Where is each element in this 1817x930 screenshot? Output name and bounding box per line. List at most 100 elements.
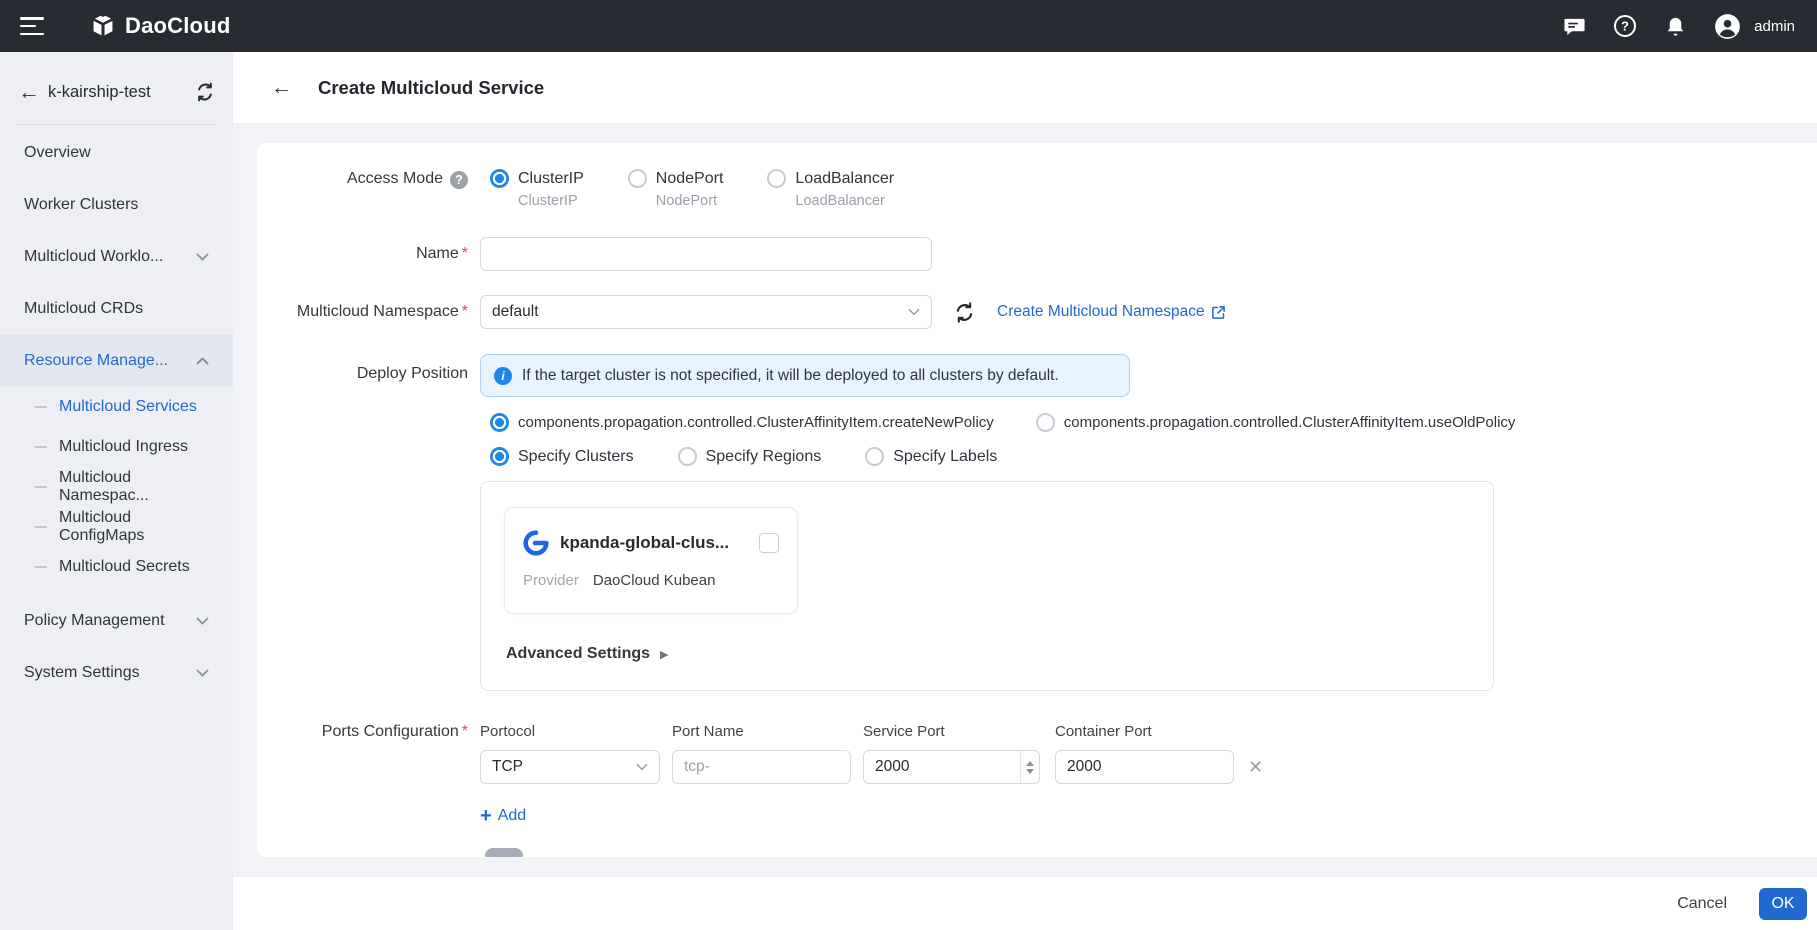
policy-option-use-old[interactable]: components.propagation.controlled.Cluste… [1036, 413, 1516, 432]
cluster-logo-icon [523, 530, 549, 556]
advanced-settings-toggle[interactable]: Advanced Settings ▶ [506, 645, 669, 663]
container-port-column-header: Container Port [1055, 723, 1234, 740]
dash-icon [34, 486, 47, 489]
cluster-card[interactable]: kpanda-global-clus... Provider DaoCloud … [504, 507, 798, 614]
info-icon: i [494, 367, 512, 385]
deploy-info-banner: i If the target cluster is not specified… [480, 354, 1130, 397]
user-avatar-icon[interactable] [1714, 13, 1741, 40]
radio-unselected-icon [628, 169, 647, 188]
access-mode-option-loadbalancer[interactable]: LoadBalancer LoadBalancer [767, 169, 894, 211]
select-chevron-icon [636, 763, 648, 771]
chevron-up-icon [196, 357, 209, 365]
help-icon[interactable]: ? [1613, 14, 1637, 38]
access-mode-row: Access Mode ? ClusterIP ClusterIP NodePo… [257, 169, 1817, 211]
specify-clusters-option[interactable]: Specify Clusters [490, 447, 634, 466]
dash-icon [34, 446, 47, 449]
cluster-name[interactable]: k-kairship-test [48, 83, 151, 102]
plus-icon: + [480, 806, 492, 826]
sidebar-item-resource-management[interactable]: Resource Manage... [0, 335, 233, 387]
sidebar: ← k-kairship-test Overview Worker Cluste… [0, 52, 233, 930]
cancel-button[interactable]: Cancel [1677, 895, 1727, 913]
chevron-down-icon [196, 253, 209, 261]
ok-button[interactable]: OK [1759, 888, 1807, 920]
provider-label: Provider [523, 572, 579, 589]
user-name[interactable]: admin [1754, 18, 1795, 35]
namespace-row: Multicloud Namespace* default Create Mul… [257, 295, 1817, 329]
port-name-column-header: Port Name [672, 723, 863, 740]
ports-configuration-row: Ports Configuration* Portocol Port Name … [257, 723, 1817, 826]
footer-bar: Cancel OK [233, 877, 1817, 930]
namespace-label: Multicloud Namespace [297, 303, 459, 320]
sidebar-item-policy-management[interactable]: Policy Management [0, 595, 233, 647]
sidebar-item-overview[interactable]: Overview [0, 127, 233, 179]
page-back-arrow-icon[interactable]: ← [271, 77, 292, 98]
access-mode-label: Access Mode [347, 170, 443, 188]
svg-text:?: ? [1621, 19, 1629, 34]
number-spinner[interactable] [1020, 751, 1039, 783]
sidebar-item-multicloud-secrets[interactable]: Multicloud Secrets [0, 547, 233, 587]
external-link-icon [1211, 305, 1226, 320]
cluster-switch-icon[interactable] [195, 82, 215, 102]
sidebar-item-multicloud-ingress[interactable]: Multicloud Ingress [0, 427, 233, 467]
sidebar-item-multicloud-workloads[interactable]: Multicloud Worklo... [0, 231, 233, 283]
brand-name: DaoCloud [125, 13, 230, 39]
select-chevron-icon [908, 308, 920, 316]
spinner-up-icon[interactable] [1026, 761, 1034, 766]
access-mode-option-clusterip[interactable]: ClusterIP ClusterIP [490, 169, 584, 211]
form-card: Access Mode ? ClusterIP ClusterIP NodePo… [257, 143, 1817, 857]
spinner-down-icon[interactable] [1026, 769, 1034, 774]
required-asterisk: * [462, 723, 468, 740]
notification-bell-icon[interactable] [1664, 15, 1687, 38]
chat-icon[interactable] [1563, 15, 1586, 38]
sidebar-back-arrow-icon[interactable]: ← [18, 81, 40, 103]
provider-value: DaoCloud Kubean [593, 572, 716, 589]
help-circle-icon[interactable]: ? [450, 171, 468, 189]
cropped-toggle-pill[interactable] [485, 848, 523, 857]
page-header: ← Create Multicloud Service [233, 52, 1817, 123]
access-mode-option-nodeport[interactable]: NodePort NodePort [628, 169, 724, 211]
refresh-icon[interactable] [954, 302, 975, 323]
add-port-button[interactable]: + Add [480, 806, 1817, 826]
namespace-select[interactable]: default [480, 295, 932, 329]
specify-regions-option[interactable]: Specify Regions [678, 447, 822, 466]
chevron-down-icon [196, 669, 209, 677]
sidebar-item-worker-clusters[interactable]: Worker Clusters [0, 179, 233, 231]
cluster-card-name: kpanda-global-clus... [560, 533, 729, 553]
radio-selected-icon [490, 413, 509, 432]
access-mode-sublabel: ClusterIP [518, 192, 584, 211]
protocol-column-header: Portocol [480, 723, 672, 740]
caret-right-icon: ▶ [660, 648, 668, 661]
cluster-select-panel: kpanda-global-clus... Provider DaoCloud … [480, 481, 1494, 691]
name-label: Name [416, 245, 459, 262]
radio-unselected-icon [678, 447, 697, 466]
cluster-checkbox[interactable] [759, 533, 779, 553]
specify-labels-option[interactable]: Specify Labels [865, 447, 997, 466]
dash-icon [34, 406, 47, 409]
service-port-input[interactable] [863, 750, 1040, 784]
main-area: ← Create Multicloud Service Access Mode … [233, 52, 1817, 930]
deploy-info-text: If the target cluster is not specified, … [522, 367, 1059, 385]
topbar: DaoCloud ? admin [0, 0, 1817, 52]
radio-unselected-icon [865, 447, 884, 466]
sidebar-item-multicloud-configmaps[interactable]: Multicloud ConfigMaps [0, 507, 233, 547]
policy-option-create-new[interactable]: components.propagation.controlled.Cluste… [490, 413, 994, 432]
port-name-input[interactable] [672, 750, 851, 784]
sidebar-item-multicloud-namespaces[interactable]: Multicloud Namespac... [0, 467, 233, 507]
sidebar-item-multicloud-crds[interactable]: Multicloud CRDs [0, 283, 233, 335]
radio-unselected-icon [767, 169, 786, 188]
page-title: Create Multicloud Service [318, 77, 544, 99]
remove-port-row-icon[interactable]: ✕ [1248, 758, 1263, 776]
container-port-input[interactable] [1055, 750, 1234, 784]
sidebar-item-system-settings[interactable]: System Settings [0, 647, 233, 699]
protocol-select[interactable]: TCP [480, 750, 660, 784]
deploy-position-row: Deploy Position i If the target cluster … [257, 354, 1817, 723]
radio-selected-icon [490, 447, 509, 466]
dash-icon [34, 526, 47, 529]
create-namespace-link[interactable]: Create Multicloud Namespace [997, 303, 1226, 321]
sidebar-item-multicloud-services[interactable]: Multicloud Services [0, 387, 233, 427]
deploy-position-label: Deploy Position [357, 365, 468, 382]
protocol-select-value: TCP [492, 758, 523, 776]
sidebar-divider [16, 124, 217, 125]
name-input[interactable] [480, 237, 932, 271]
hamburger-menu-icon[interactable] [20, 17, 44, 35]
